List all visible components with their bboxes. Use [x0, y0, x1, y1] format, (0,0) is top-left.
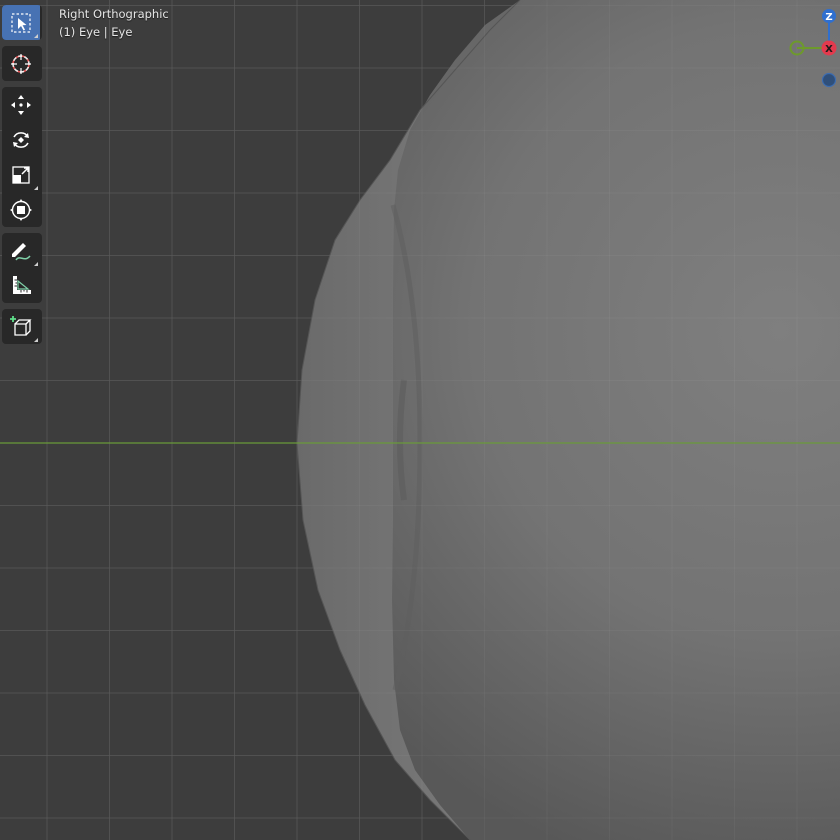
select-box-tool[interactable] [2, 5, 40, 40]
add-cube-tool[interactable] [2, 309, 40, 344]
scale-tool[interactable] [2, 157, 40, 192]
measure-tool[interactable] [2, 268, 40, 303]
navigation-gizmo[interactable]: Z X [780, 0, 840, 100]
annotate-tools-group [2, 233, 42, 303]
move-icon [11, 94, 31, 115]
tool-shelf [2, 5, 42, 350]
tool-options-corner [34, 338, 38, 342]
rotate-tool[interactable] [2, 122, 40, 157]
cursor-tool[interactable] [2, 46, 40, 81]
viewport-scene[interactable] [0, 0, 840, 840]
add-cube-icon [10, 315, 32, 336]
view-name-label: Right Orthographic [59, 7, 169, 21]
transform-icon [10, 198, 32, 221]
transform-tools-group [2, 87, 42, 227]
transform-tool[interactable] [2, 192, 40, 227]
gizmo-x-label: X [825, 44, 833, 55]
gizmo-z-negative-handle[interactable] [821, 72, 837, 88]
object-info-label: (1) Eye | Eye [59, 25, 133, 39]
tool-options-corner [34, 186, 38, 190]
gizmo-z-label: Z [825, 12, 832, 23]
cursor-icon [11, 53, 31, 74]
select-box-icon [11, 12, 31, 33]
rotate-icon [13, 131, 29, 148]
annotate-pencil-icon [12, 242, 31, 260]
select-tools-group [2, 5, 42, 40]
scale-icon [12, 165, 30, 184]
add-tools-group [2, 309, 42, 344]
tool-options-corner [34, 262, 38, 266]
3d-viewport[interactable]: Right Orthographic (1) Eye | Eye Z X [0, 0, 840, 840]
measure-ruler-icon [13, 275, 31, 294]
cursor-tool-group [2, 46, 42, 81]
move-tool[interactable] [2, 87, 40, 122]
annotate-tool[interactable] [2, 233, 40, 268]
tool-options-corner [34, 34, 38, 38]
